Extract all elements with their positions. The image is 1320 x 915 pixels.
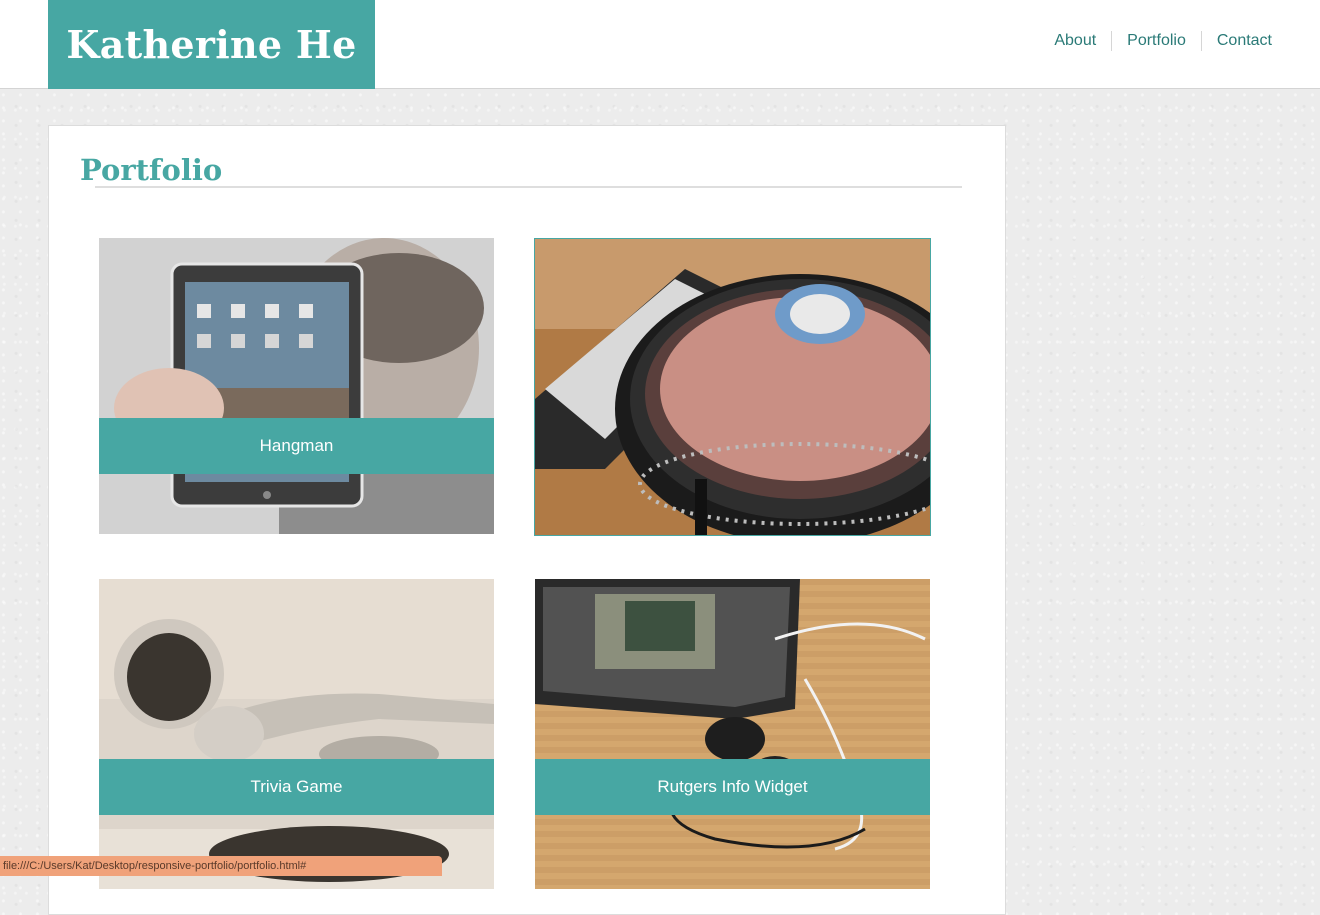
dj-turntable-photo [535, 239, 930, 535]
browser-status-bar: file:///C:/Users/Kat/Desktop/responsive-… [0, 856, 442, 876]
portfolio-item-rutgers-widget[interactable]: Rutgers Info Widget [535, 579, 930, 889]
content-card: Portfolio Hangman Trivia Game Rutgers In… [48, 125, 1006, 915]
portfolio-item-hangman[interactable]: Hangman [99, 238, 494, 534]
page-title: Portfolio [80, 153, 223, 187]
main-nav: About Portfolio Contact [1039, 31, 1272, 51]
nav-link-about[interactable]: About [1039, 31, 1111, 51]
portfolio-item-caption[interactable]: Trivia Game [99, 759, 494, 815]
person-holding-tablet-photo [99, 238, 494, 534]
portfolio-item-turntable[interactable] [534, 238, 931, 536]
nav-link-portfolio[interactable]: Portfolio [1111, 31, 1201, 51]
site-header: Katherine He About Portfolio Contact [0, 0, 1320, 89]
site-logo[interactable]: Katherine He [48, 0, 375, 89]
phone-with-earphones-photo [535, 579, 930, 889]
portfolio-item-caption[interactable]: Rutgers Info Widget [535, 759, 930, 815]
portfolio-item-trivia[interactable]: Trivia Game [99, 579, 494, 889]
nav-link-contact[interactable]: Contact [1200, 31, 1272, 51]
title-divider [95, 186, 962, 188]
portfolio-item-caption[interactable]: Hangman [99, 418, 494, 474]
earbuds-photo [99, 579, 494, 889]
